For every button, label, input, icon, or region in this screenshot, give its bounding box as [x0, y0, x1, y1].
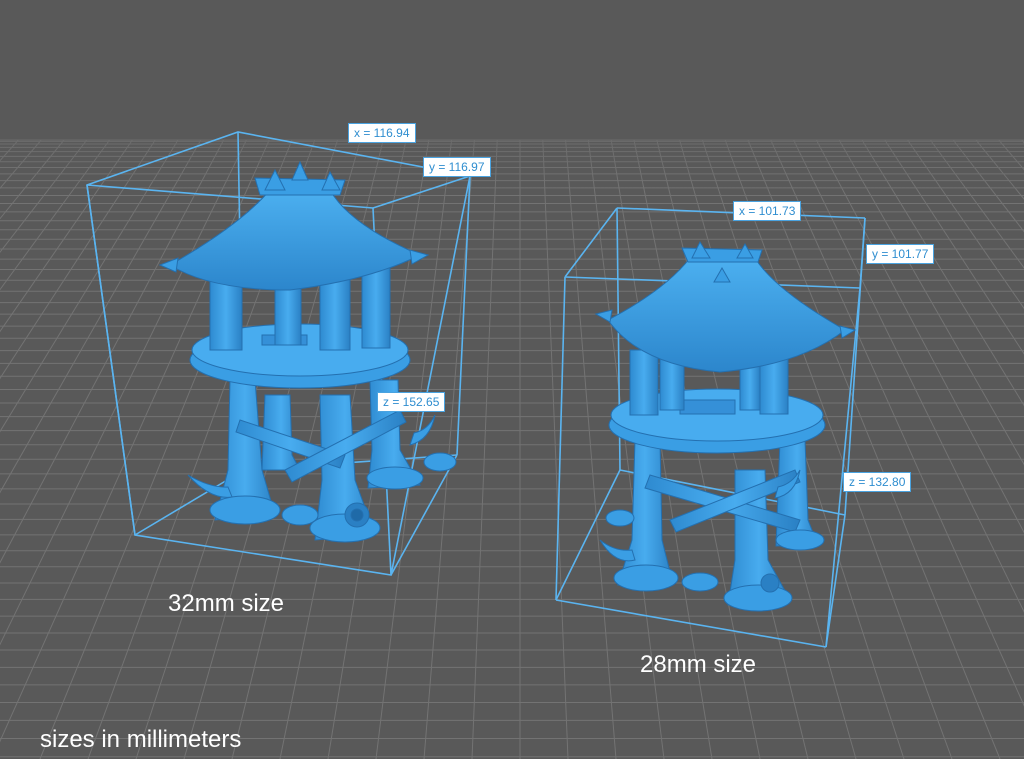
small-y-dimension-label: y = 101.77 — [866, 244, 935, 264]
small-z-dimension-label: z = 132.80 — [843, 472, 912, 492]
horizon-fade — [0, 0, 1024, 759]
small-x-dimension-label: x = 101.73 — [733, 201, 802, 221]
large-model-caption: 32mm size — [168, 590, 285, 617]
units-footnote: sizes in millimeters — [40, 726, 242, 753]
large-x-dimension-label: x = 116.94 — [348, 123, 416, 143]
large-z-dimension-label: z = 152.65 — [377, 392, 446, 412]
large-y-dimension-label: y = 116.97 — [423, 157, 491, 177]
3d-viewport[interactable]: x = 116.94 y = 116.97 z = 152.65 x = 101… — [0, 0, 1024, 759]
small-model-caption: 28mm size — [640, 651, 757, 678]
scene-canvas[interactable] — [0, 0, 1024, 759]
